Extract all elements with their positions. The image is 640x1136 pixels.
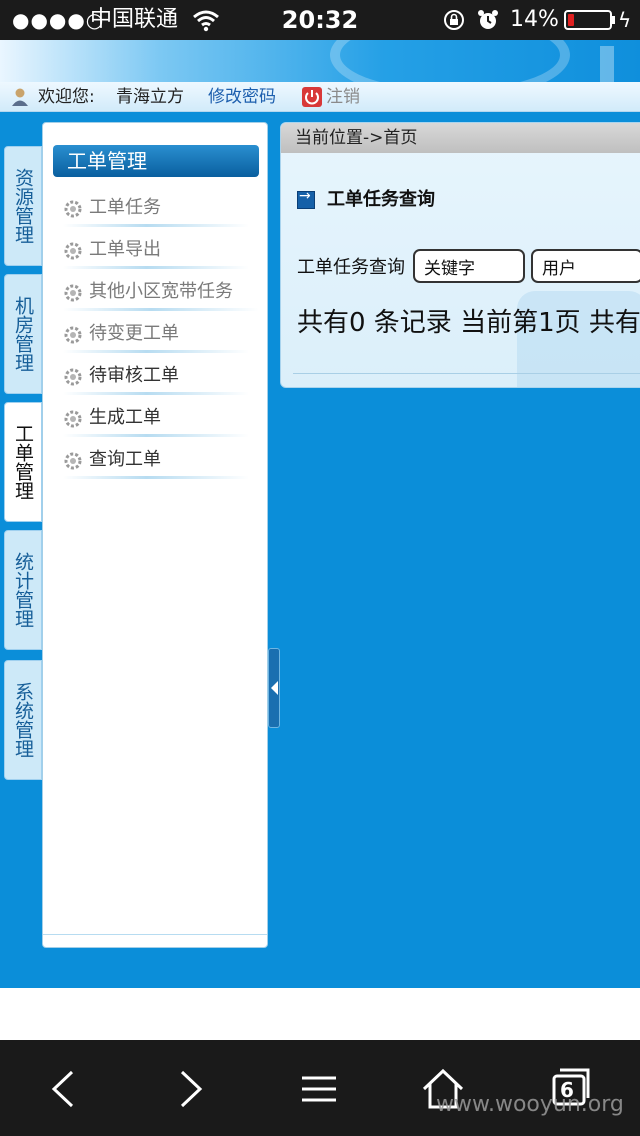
battery-percent: 14% bbox=[510, 7, 559, 32]
gear-icon bbox=[64, 452, 82, 470]
rotation-lock-icon bbox=[444, 10, 464, 30]
sidebar-item-generate-order[interactable]: 生成工单 bbox=[63, 401, 249, 437]
charging-bolt-icon: ϟ bbox=[618, 8, 632, 32]
sidebar-item-pending-review-orders[interactable]: 待审核工单 bbox=[63, 359, 249, 395]
battery-icon bbox=[564, 10, 612, 30]
tab-work-order-management[interactable]: 工单管理 bbox=[4, 402, 42, 522]
power-icon[interactable] bbox=[302, 87, 322, 107]
sidebar-collapse-handle[interactable] bbox=[268, 648, 280, 728]
section-title: 工单任务查询 bbox=[327, 189, 435, 210]
browser-toolbar: 6 bbox=[0, 1040, 640, 1136]
tab-machine-room-management[interactable]: 机房管理 bbox=[4, 274, 42, 394]
sidebar-item-query-order[interactable]: 查询工单 bbox=[63, 443, 249, 479]
sidebar-item-label: 查询工单 bbox=[89, 449, 161, 470]
sidebar-item-label: 工单任务 bbox=[89, 197, 161, 218]
sidebar-item-work-order-tasks[interactable]: 工单任务 bbox=[63, 191, 249, 227]
back-button[interactable] bbox=[38, 1064, 88, 1114]
gear-icon bbox=[64, 368, 82, 386]
alarm-icon bbox=[478, 10, 498, 29]
tab-resource-management[interactable]: 资源管理 bbox=[4, 146, 42, 266]
current-username: 青海立方 bbox=[116, 87, 184, 107]
status-bar: ●●●●○ 中国联通 20:32 14% ϟ bbox=[0, 0, 640, 40]
record-summary: 共有0 条记录 当前第1页 共有 bbox=[297, 308, 640, 338]
sidebar-menu-header: 工单管理 bbox=[53, 145, 259, 177]
logout-link[interactable]: 注销 bbox=[326, 82, 360, 112]
battery-level-fill bbox=[568, 14, 574, 26]
tab-system-management[interactable]: 系统管理 bbox=[4, 660, 42, 780]
chevron-left-icon bbox=[271, 681, 278, 695]
gear-icon bbox=[64, 200, 82, 218]
sidebar-item-label: 其他小区宽带任务 bbox=[89, 281, 233, 302]
user-input[interactable] bbox=[531, 249, 640, 283]
change-password-link[interactable]: 修改密码 bbox=[208, 82, 276, 112]
header-banner bbox=[0, 40, 640, 82]
sidebar-item-label: 工单导出 bbox=[89, 239, 161, 260]
welcome-label: 欢迎您: bbox=[38, 87, 95, 107]
sidebar-item-work-order-export[interactable]: 工单导出 bbox=[63, 233, 249, 269]
sidebar-item-other-broadband-tasks[interactable]: 其他小区宽带任务 bbox=[63, 275, 259, 311]
menu-button[interactable] bbox=[294, 1064, 344, 1114]
sidebar-item-pending-change-orders[interactable]: 待变更工单 bbox=[63, 317, 249, 353]
watermark: www.wooyun.org bbox=[436, 1092, 624, 1117]
forward-button[interactable] bbox=[166, 1064, 216, 1114]
sidebar-menu: 工单管理 工单任务 工单导出 其他小区宽带任务 待变更工单 待审核工单 生成工单… bbox=[42, 122, 268, 948]
content-panel: 当前位置->首页 工单任务查询 工单任务查询 共有0 条记录 当前第1页 共有 bbox=[280, 122, 640, 388]
divider bbox=[293, 373, 640, 374]
keyword-input[interactable] bbox=[413, 249, 525, 283]
banner-decoration bbox=[330, 40, 570, 82]
gear-icon bbox=[64, 410, 82, 428]
divider bbox=[43, 934, 267, 935]
power-glyph-icon bbox=[305, 90, 319, 105]
arrow-right-icon bbox=[297, 188, 315, 209]
gear-icon bbox=[64, 326, 82, 344]
gear-icon bbox=[64, 242, 82, 260]
battery-tip bbox=[612, 16, 615, 24]
gear-icon bbox=[64, 284, 82, 302]
banner-decoration bbox=[600, 46, 614, 82]
user-bar: 欢迎您: 青海立方 修改密码 注销 bbox=[0, 82, 640, 112]
tab-statistics-management[interactable]: 统计管理 bbox=[4, 530, 42, 650]
user-avatar-icon bbox=[12, 88, 28, 106]
sidebar-item-label: 生成工单 bbox=[89, 407, 161, 428]
sidebar-item-label: 待审核工单 bbox=[89, 365, 179, 386]
sidebar-item-label: 待变更工单 bbox=[89, 323, 179, 344]
breadcrumb: 当前位置->首页 bbox=[281, 123, 640, 153]
query-label: 工单任务查询 bbox=[297, 257, 405, 278]
